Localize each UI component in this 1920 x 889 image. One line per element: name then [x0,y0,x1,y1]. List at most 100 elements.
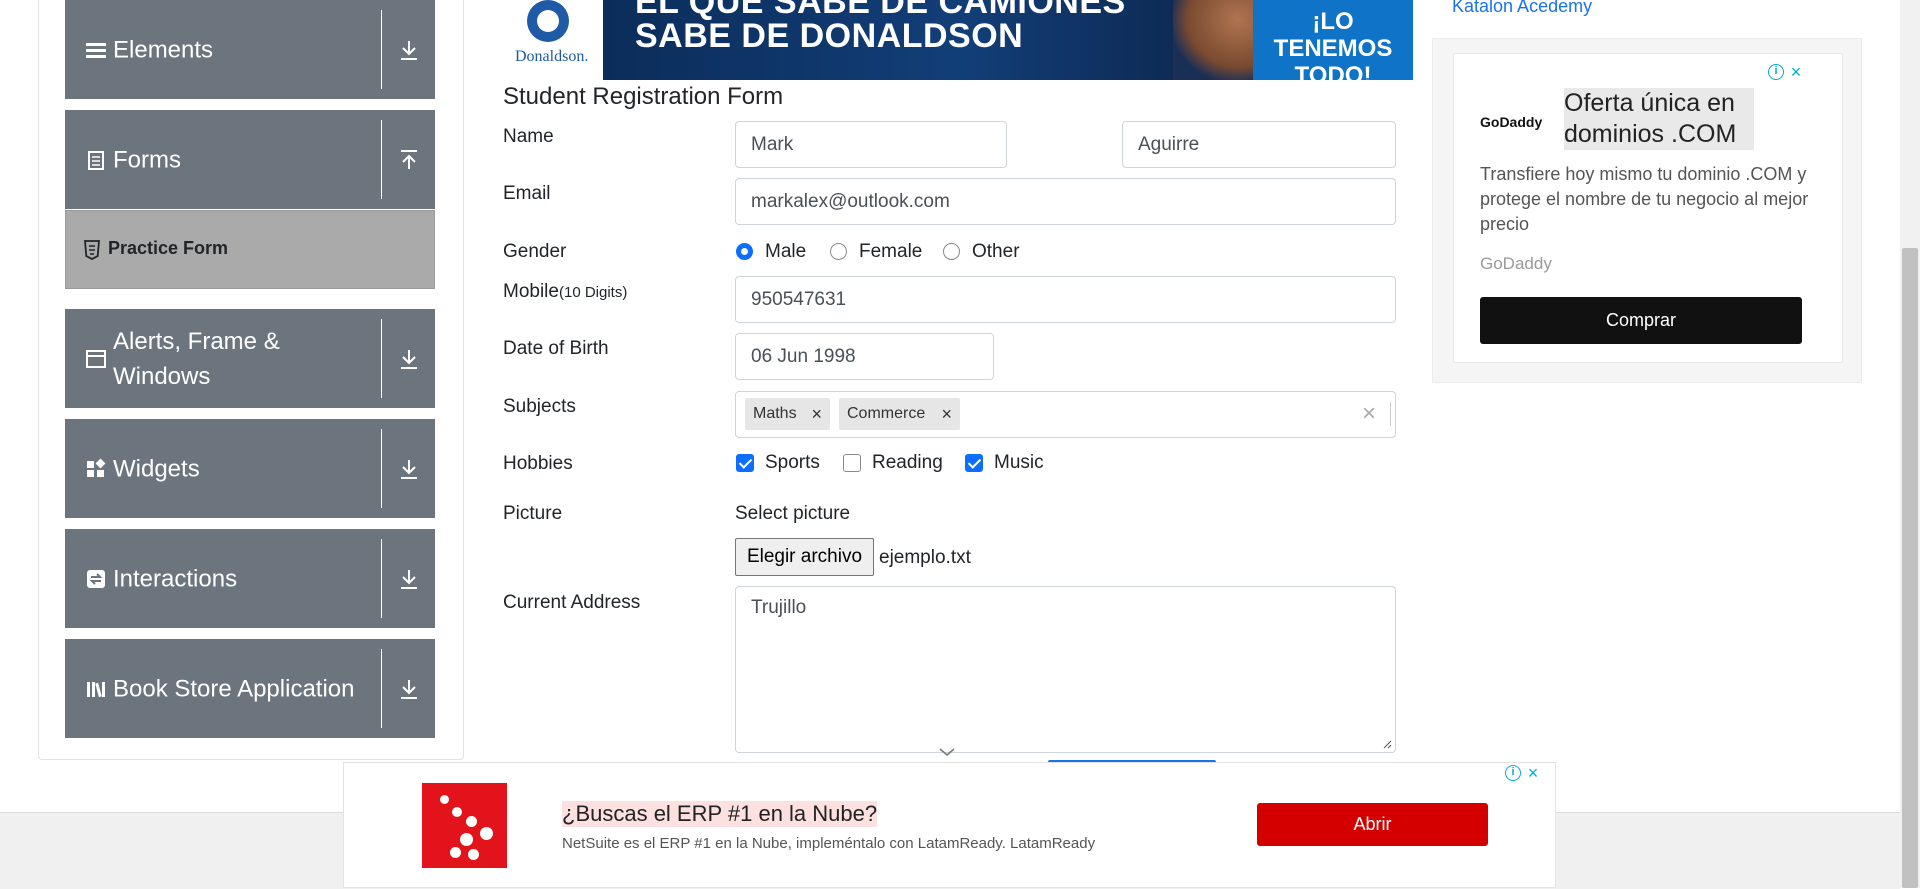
subjects-input[interactable] [735,391,1396,438]
expand-arrow-icon[interactable] [397,567,421,591]
sidebar-item-label: Practice Form [108,238,229,258]
expand-arrow-icon[interactable] [397,677,421,701]
banner-headline-line: SABE DE DONALDSON [635,17,1024,55]
form-title: Student Registration Form [503,83,784,110]
sidebar-group-interactions[interactable]: Interactions [65,529,435,628]
last-name-input[interactable]: Aguirre [1122,121,1396,168]
mobile-hint: (10 Digits) [558,284,628,301]
sidebar-group-widgets[interactable]: Widgets [65,419,435,518]
ad-body: Transfiere hoy mismo tu dominio .COM y p… [1480,164,1809,234]
email-label: Email [503,183,551,204]
bottom-ad-subtext: NetSuite es el ERP #1 en la Nube, implem… [562,835,1096,852]
gender-option-label[interactable]: Male [765,241,806,263]
banner-cta-line: ¡LO [1312,8,1354,35]
sidebar-group-alerts[interactable]: Alerts, Frame & Windows [65,309,435,408]
subject-chip-label: Maths [753,405,797,422]
divider [381,120,382,199]
ad-info-icon[interactable]: i [1768,64,1784,80]
sidebar-group-label: Widgets [113,455,200,482]
sidebar-group-forms[interactable]: Forms [65,110,435,209]
ad-title[interactable]: Oferta única en dominios .COM [1564,88,1754,150]
divider [381,429,382,508]
sidebar-group-label: Alerts, Frame & Windows [113,327,280,390]
hobby-option-label[interactable]: Music [994,452,1044,474]
chip-remove-icon[interactable]: × [941,398,952,430]
gender-female-radio[interactable] [830,243,847,260]
donaldson-logo: Donaldson. [503,0,603,80]
hobby-music-checkbox[interactable] [965,454,983,472]
gender-label: Gender [503,241,567,262]
books-icon [87,681,105,697]
widgets-icon [87,458,106,477]
ad-choices[interactable]: i × [1768,63,1808,82]
bottom-ad-headline[interactable]: ¿Buscas el ERP #1 en la Nube? [562,801,878,827]
ad-close-icon[interactable]: × [1525,764,1541,782]
chevron-down-icon[interactable] [938,746,956,758]
address-label: Current Address [503,592,641,613]
divider [381,10,382,89]
form-icon [88,150,104,170]
ad-buy-button[interactable]: Comprar [1480,297,1802,344]
expand-arrow-icon[interactable] [397,38,421,62]
katalon-ad-link[interactable]: Katalon Acedemy [1452,0,1592,17]
logo-text: Donaldson. [515,48,589,65]
sidebar-group-label: Interactions [113,565,238,592]
hobby-option-label[interactable]: Sports [765,452,820,474]
hobbies-label: Hobbies [503,453,573,474]
email-input[interactable]: markalex@outlook.com [735,178,1396,225]
sidebar-group-book-store[interactable]: Book Store Application [65,639,435,738]
divider [381,319,382,398]
divider [381,649,382,728]
hobby-reading-checkbox[interactable] [843,454,861,472]
sidebar-group-label: Forms [113,146,181,173]
godaddy-logo: GoDaddy [1480,114,1543,130]
mobile-label: Mobile(10 Digits) [503,281,627,303]
bottom-ad[interactable]: ¿Buscas el ERP #1 en la Nube? NetSuite e… [343,762,1556,888]
sidebar-group-elements[interactable]: Elements [65,0,435,99]
bottom-ad-open-button[interactable]: Abrir [1257,803,1488,846]
gender-male-radio[interactable] [736,243,753,260]
collapse-arrow-icon[interactable] [397,148,421,172]
latamready-logo [422,783,507,868]
html5-icon [84,240,100,260]
ad-info-icon[interactable]: i [1505,765,1521,781]
expand-arrow-icon[interactable] [397,347,421,371]
select-picture-label: Select picture [735,503,851,524]
side-ad[interactable]: i × GoDaddy Oferta única en dominios .CO… [1432,38,1862,383]
first-name-input[interactable]: Mark [735,121,1007,168]
sidebar-group-label: Elements [113,36,214,63]
banner-cta-line: TENEMOS [1273,35,1393,62]
divider [1390,402,1391,426]
mobile-label-text: Mobile [503,281,559,302]
subject-chip-label: Commerce [847,405,926,422]
hobby-option-label[interactable]: Reading [872,452,943,474]
resize-grip-icon[interactable] [1382,739,1392,749]
picture-label: Picture [503,503,563,524]
sidebar-item-practice-form[interactable]: Practice Form [65,210,435,289]
expand-arrow-icon[interactable] [397,457,421,481]
ad-choices[interactable]: i × [1505,764,1545,783]
hobby-sports-checkbox[interactable] [736,454,754,472]
gender-option-label[interactable]: Female [859,241,922,263]
gender-other-radio[interactable] [943,243,960,260]
scrollbar-thumb[interactable] [1902,248,1918,888]
top-banner-ad[interactable]: Donaldson. EL QUE SABE DE CAMIONES SABE … [503,0,1413,89]
side-ad-card: i × GoDaddy Oferta única en dominios .CO… [1453,53,1843,363]
menu-icon [86,42,106,58]
ad-advertiser: GoDaddy [1480,254,1552,273]
choose-file-button[interactable]: Elegir archivo [735,538,874,576]
subject-chip: Maths × [745,398,830,430]
banner-headline: EL QUE SABE DE CAMIONES SABE DE DONALDSO… [635,0,1126,53]
dob-input[interactable]: 06 Jun 1998 [735,333,994,380]
window-icon [86,349,106,368]
mobile-input[interactable]: 950547631 [735,276,1396,323]
ad-close-icon[interactable]: × [1788,63,1804,81]
gender-option-label[interactable]: Other [972,241,1020,263]
name-label: Name [503,126,554,147]
current-address-textarea[interactable]: Trujillo [735,586,1396,753]
donaldson-logo-mark [527,0,569,42]
clear-subjects-icon[interactable]: × [1362,398,1376,430]
katalon-ad-alt-text: Katalon Acedemy [1452,0,1593,16]
chip-remove-icon[interactable]: × [811,398,822,430]
subjects-label: Subjects [503,396,576,417]
